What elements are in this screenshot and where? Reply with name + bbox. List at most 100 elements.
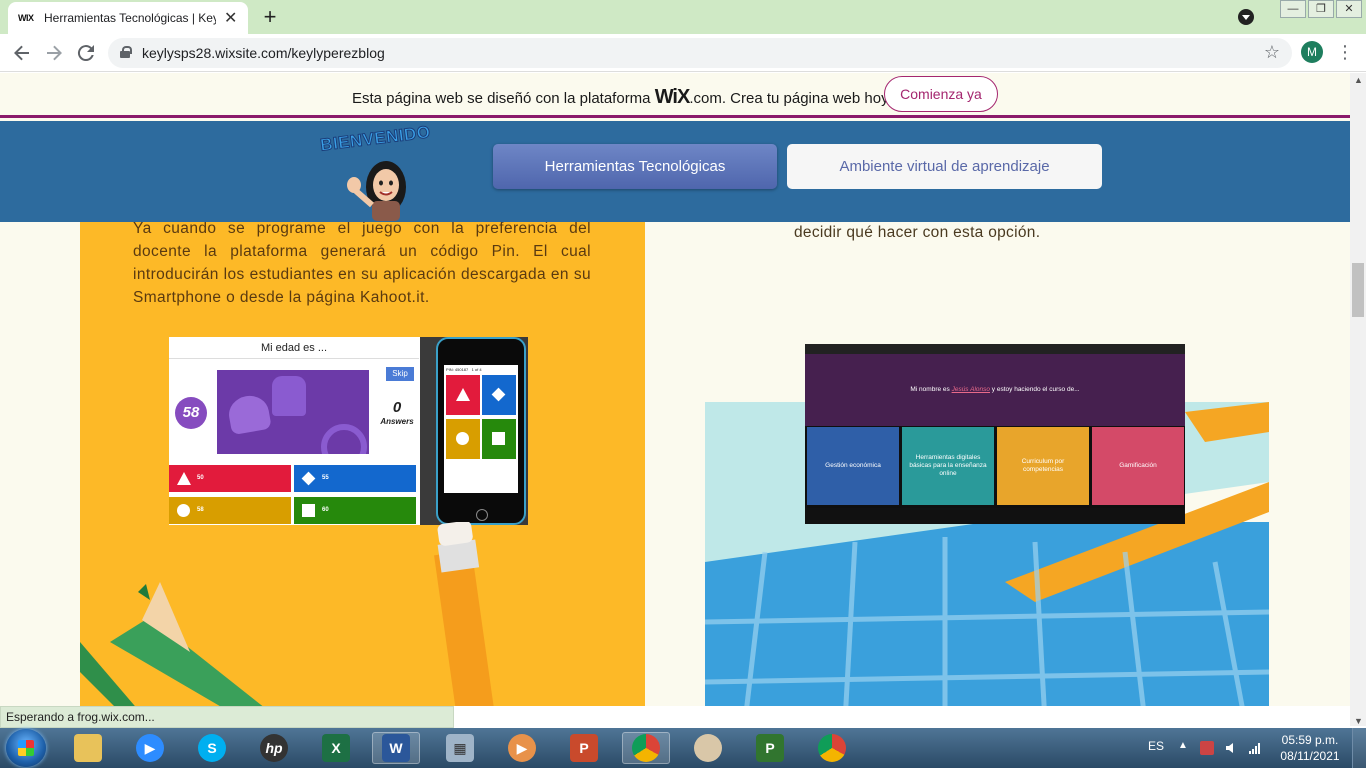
language-indicator[interactable]: ES (1148, 739, 1164, 753)
minimize-button[interactable]: — (1280, 0, 1306, 18)
kahoot-section-right: decidir qué hacer con esta opción. Mi no… (705, 222, 1269, 706)
wix-banner-text: Esta página web se diseñó con la platafo… (352, 86, 892, 109)
wix-favicon-icon: WIX (18, 13, 34, 23)
reload-icon[interactable] (74, 41, 98, 65)
quiz-option-1: Gestión económica (806, 426, 900, 506)
tray-expand-icon[interactable]: ▲ (1178, 740, 1188, 751)
kahoot-paragraph: Ya cuando se programe el juego con la pr… (133, 222, 591, 306)
smartphone-mockup: PIN: 450187 1 of 4 (420, 337, 528, 525)
kahoot-option-yellow: 58 (169, 497, 291, 524)
show-desktop-button[interactable] (1352, 728, 1366, 768)
kahoot-option-green: 60 (294, 497, 416, 524)
lock-icon[interactable] (120, 46, 132, 58)
tab-title: Herramientas Tecnológicas | Keyl (44, 11, 216, 25)
phone-pin: PIN: 450187 1 of 4 (446, 367, 482, 372)
kahoot-skip-button: Skip (386, 367, 414, 381)
page-scrollbar[interactable]: ▲ ▼ (1350, 73, 1366, 726)
pencils-decoration (80, 522, 494, 706)
system-clock[interactable]: 05:59 p.m. 08/11/2021 (1278, 732, 1342, 764)
phone-tile-blue (482, 375, 516, 415)
welcome-graphic: BIENVENIDO (319, 122, 440, 221)
skype-icon[interactable]: S (188, 732, 236, 764)
star-icon[interactable]: ☆ (1264, 42, 1280, 63)
volume-icon[interactable] (1224, 741, 1238, 755)
quiz-question-after: y estoy haciendo el curso de... (990, 386, 1080, 393)
phone-screen: PIN: 450187 1 of 4 (444, 365, 518, 493)
nav-ambiente-virtual[interactable]: Ambiente virtual de aprendizaje (787, 144, 1102, 189)
quiz-question: Mi nombre es Jesús Alonso y estoy hacien… (805, 354, 1185, 426)
kahoot-question-image (217, 370, 369, 454)
banner-text-after: .com. Crea tu página web hoy. (689, 90, 892, 107)
kahoot-answers-count: 0 (392, 399, 402, 416)
welcome-text: BIENVENIDO (319, 122, 432, 155)
kahoot-screenshot: Mi edad es ... 58 Skip 0 Answers 50 55 5… (169, 337, 528, 525)
close-window-button[interactable]: ✕ (1336, 0, 1362, 18)
start-button[interactable] (6, 729, 46, 767)
triangle-icon (177, 472, 191, 485)
square-icon (302, 504, 315, 517)
address-bar[interactable]: keylysps28.wixsite.com/keylyperezblog ☆ (108, 38, 1292, 68)
restore-button[interactable]: ❐ (1308, 0, 1334, 18)
scroll-down-icon[interactable]: ▼ (1354, 716, 1363, 726)
zoom-icon[interactable]: ▶ (126, 732, 174, 764)
right-paragraph: decidir qué hacer con esta opción. (794, 224, 1041, 241)
wix-logo: WiX (654, 86, 691, 108)
phone-body: PIN: 450187 1 of 4 (436, 337, 526, 525)
browser-tab-strip: WIX Herramientas Tecnológicas | Keyl ✕ +… (0, 0, 1366, 34)
phone-tile-red (446, 375, 480, 415)
quiz-option-4: Gamificación (1091, 426, 1185, 506)
scrollbar-thumb[interactable] (1352, 263, 1364, 317)
option-value: 58 (197, 507, 204, 513)
hp-icon[interactable]: hp (250, 732, 298, 764)
url-text[interactable]: keylysps28.wixsite.com/keylyperezblog (142, 45, 385, 61)
avatar-illustration (347, 161, 406, 221)
clock-time: 05:59 p.m. (1281, 733, 1339, 747)
circle-icon (177, 504, 190, 517)
profile-avatar[interactable]: M (1301, 41, 1323, 63)
banner-text-before: Esta página web se diseñó con la platafo… (352, 90, 655, 107)
clock-date: 08/11/2021 (1280, 749, 1340, 763)
kahoot-timer: 58 (175, 397, 207, 429)
ring-shape (321, 424, 367, 454)
security-icon[interactable] (1200, 741, 1214, 755)
kahoot-section-left: Ya cuando se programe el juego con la pr… (80, 222, 645, 706)
quiz-footer (805, 508, 1185, 524)
forward-arrow-icon[interactable] (42, 41, 66, 65)
network-signal-icon[interactable] (1248, 741, 1262, 755)
paint-icon[interactable] (684, 732, 732, 764)
option-value: 50 (197, 475, 204, 481)
diamond-icon (491, 387, 506, 402)
kahoot-question: Mi edad es ... (169, 337, 419, 359)
excel-icon[interactable]: X (312, 732, 360, 764)
chrome-profile-icon[interactable] (622, 732, 670, 764)
project-icon[interactable]: P (746, 732, 794, 764)
kahoot-quiz-screenshot: Mi nombre es Jesús Alonso y estoy hacien… (805, 344, 1185, 524)
chrome-icon[interactable] (808, 732, 856, 764)
tab-close-icon[interactable]: ✕ (224, 8, 237, 28)
quiz-toolbar (805, 344, 1185, 354)
circle-icon (456, 432, 469, 445)
calculator-icon[interactable]: ▦ (436, 732, 484, 764)
square-icon (492, 432, 505, 445)
site-header: BIENVENIDO Herramientas Tecnológicas Amb… (0, 121, 1350, 222)
tab-search-icon[interactable] (1238, 9, 1254, 25)
window-controls: — ❐ ✕ (1278, 0, 1362, 18)
phone-tile-yellow (446, 419, 480, 459)
menu-dots-icon[interactable]: ⋮ (1336, 42, 1354, 63)
powerpoint-icon[interactable]: P (560, 732, 608, 764)
file-explorer-icon[interactable] (64, 732, 112, 764)
word-icon[interactable]: W (372, 732, 420, 764)
option-value: 60 (322, 507, 329, 513)
heart-shape (226, 392, 272, 436)
quiz-question-before: Mi nombre es (910, 386, 952, 393)
quiz-question-name: Jesús Alonso (951, 386, 990, 393)
media-player-icon[interactable]: ▶ (498, 732, 546, 764)
start-now-button[interactable]: Comienza ya (884, 76, 998, 112)
back-arrow-icon[interactable] (10, 41, 34, 65)
phone-tile-green (482, 419, 516, 459)
new-tab-button[interactable]: + (258, 3, 282, 31)
kahoot-option-red: 50 (169, 465, 291, 492)
browser-tab[interactable]: WIX Herramientas Tecnológicas | Keyl ✕ (8, 2, 248, 34)
nav-herramientas-tecnologicas[interactable]: Herramientas Tecnológicas (493, 144, 777, 189)
scroll-up-icon[interactable]: ▲ (1354, 75, 1363, 85)
